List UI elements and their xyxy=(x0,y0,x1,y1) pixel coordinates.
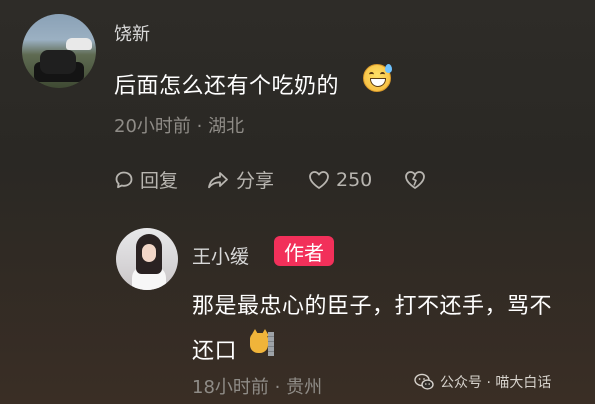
author-badge: 作者 xyxy=(274,236,334,266)
comment-actions: 回复 分享 250 xyxy=(114,166,426,193)
chat-bubble-icon xyxy=(115,171,133,188)
broken-heart-icon xyxy=(405,170,425,189)
comment-text: 后面怎么还有个吃奶的 xyxy=(114,74,340,99)
reply-meta: 18小时前 · 贵州 xyxy=(192,377,323,398)
like-count: 250 xyxy=(336,168,373,191)
avatar-user-2[interactable] xyxy=(116,228,178,290)
avatar-user-1[interactable] xyxy=(22,14,96,88)
reply-button[interactable]: 回复 xyxy=(114,166,206,193)
dislike-button[interactable] xyxy=(404,170,426,190)
wechat-icon xyxy=(414,373,434,390)
grinning-sweat-emoji-icon xyxy=(363,64,392,92)
comment-meta: 20小时前 · 湖北 xyxy=(114,116,245,137)
share-button[interactable]: 分享 xyxy=(206,166,308,193)
avatar-car-shape xyxy=(66,38,92,50)
reply-username[interactable]: 王小缓 xyxy=(192,242,249,269)
reply-label: 回复 xyxy=(140,170,179,192)
like-button[interactable]: 250 xyxy=(308,169,404,191)
cat-peeking-emoji-icon xyxy=(249,329,275,357)
watermark-text: 公众号 · 喵大白话 xyxy=(440,375,552,391)
heart-icon xyxy=(309,170,329,189)
reply-text-line-2: 还口 xyxy=(192,339,238,364)
watermark: 公众号 · 喵大白话 xyxy=(414,372,551,392)
share-label: 分享 xyxy=(236,170,275,192)
comment-username[interactable]: 饶新 xyxy=(114,20,150,46)
reply-text-line-1: 那是最忠心的臣子，打不还手，骂不 xyxy=(192,294,553,319)
avatar-motorbike-shape xyxy=(40,50,76,74)
share-arrow-icon xyxy=(208,171,228,188)
